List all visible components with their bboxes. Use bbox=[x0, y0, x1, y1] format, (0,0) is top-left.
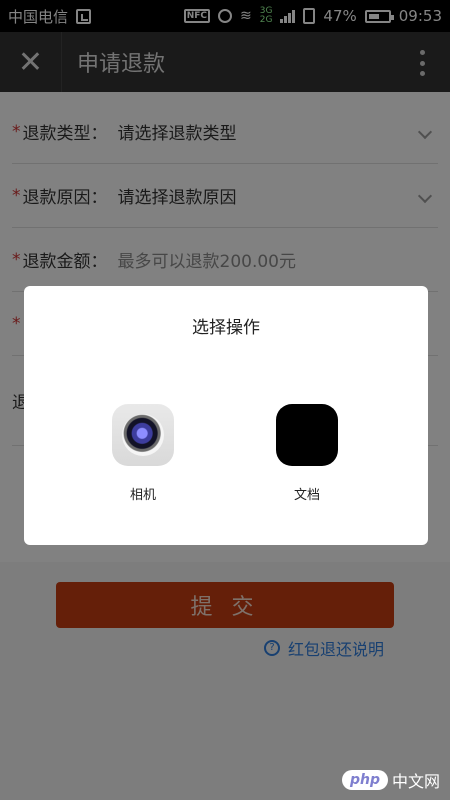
camera-icon bbox=[112, 404, 174, 466]
document-option[interactable]: 文档 bbox=[267, 404, 347, 503]
camera-option[interactable]: 相机 bbox=[103, 404, 183, 503]
camera-lens bbox=[122, 414, 164, 456]
select-action-dialog: 选择操作 相机 文档 bbox=[24, 286, 428, 545]
site-watermark: php 中文网 bbox=[341, 768, 440, 792]
dialog-title: 选择操作 bbox=[192, 318, 260, 338]
watermark-text: 中文网 bbox=[391, 772, 440, 791]
camera-label: 相机 bbox=[129, 488, 156, 503]
document-label: 文档 bbox=[293, 488, 320, 503]
document-icon bbox=[276, 404, 338, 466]
php-logo: php bbox=[341, 770, 388, 790]
